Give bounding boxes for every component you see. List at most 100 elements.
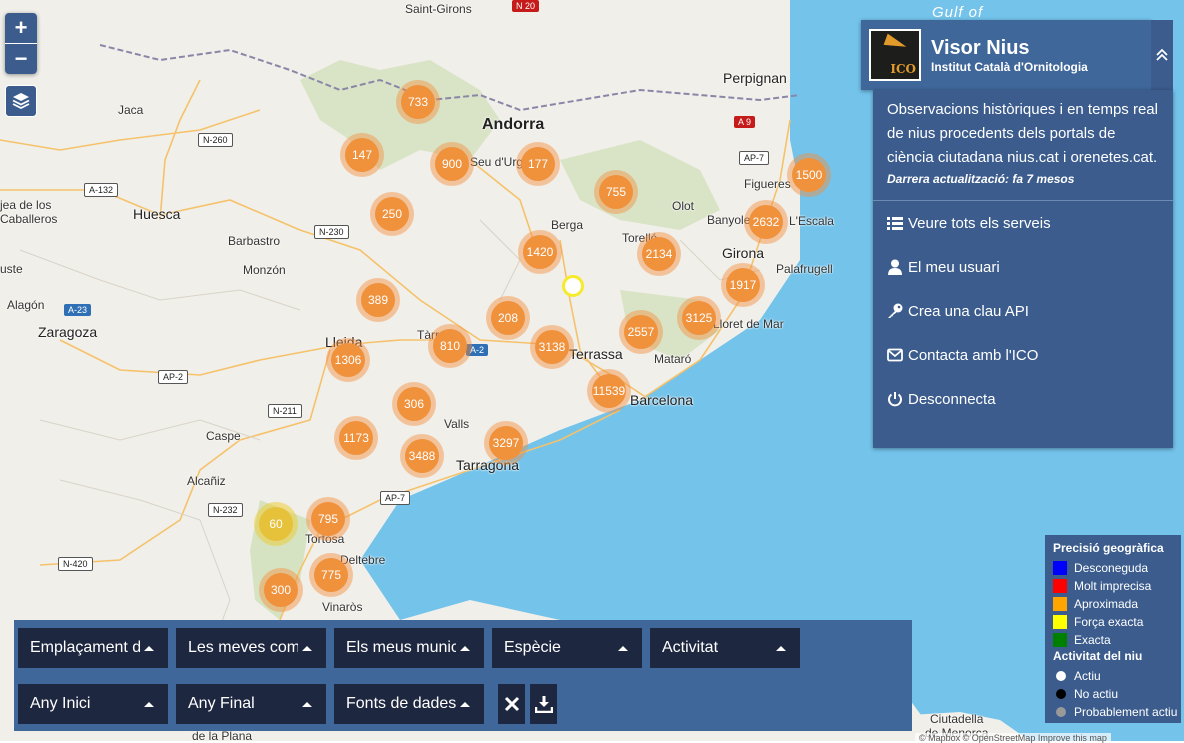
filter-my-municipalities-dropdown[interactable]: Els meus munici [334, 628, 484, 668]
cluster-marker[interactable]: 1306 [326, 338, 370, 382]
cluster-marker[interactable]: 177 [516, 142, 560, 186]
cluster-marker[interactable]: 2557 [619, 310, 663, 354]
road-shield: A 9 [734, 116, 756, 128]
map-attribution[interactable]: © Mapbox © OpenStreetMap Improve this ma… [915, 733, 1111, 743]
cluster-marker[interactable]: 306 [392, 382, 436, 426]
place-label: Mataró [654, 352, 692, 366]
filter-activity-dropdown[interactable]: Activitat [650, 628, 800, 668]
cluster-marker[interactable]: 733 [396, 80, 440, 124]
legend-precision-item: Desconeguda [1053, 559, 1181, 577]
menu-label: El meu usuari [908, 258, 1000, 276]
info-panel: Observacions històriques i en temps real… [873, 90, 1173, 448]
road-shield: A-23 [64, 304, 92, 316]
place-label: Terrassa [569, 346, 623, 362]
cluster-marker[interactable]: 2632 [744, 200, 788, 244]
filter-location-dropdown[interactable]: Emplaçament de [18, 628, 168, 668]
cluster-count: 1306 [331, 343, 365, 377]
filter-my-areas-dropdown[interactable]: Les meves com [176, 628, 326, 668]
list-icon [887, 217, 903, 230]
zoom-out-button[interactable]: − [5, 43, 37, 74]
cluster-marker[interactable]: 755 [594, 170, 638, 214]
cluster-marker[interactable]: 389 [356, 278, 400, 322]
place-label: Alcañiz [187, 474, 226, 488]
filter-start-year-dropdown[interactable]: Any Inici [18, 684, 168, 724]
cluster-count: 795 [311, 502, 345, 536]
power-icon [888, 392, 902, 407]
cluster-marker[interactable]: 3297 [484, 421, 528, 465]
legend-precision-item: Força exacta [1053, 613, 1181, 631]
cluster-count: 250 [375, 197, 409, 231]
place-label: Alagón [7, 298, 45, 312]
legend: Precisió geogràfica Desconeguda Molt impr… [1045, 535, 1181, 723]
place-label: Caballeros [0, 212, 58, 226]
cluster-marker[interactable]: 1420 [518, 230, 562, 274]
cluster-count: 810 [433, 329, 467, 363]
cluster-marker[interactable]: 208 [486, 296, 530, 340]
road-shield: AP-7 [739, 151, 770, 165]
nest-marker[interactable] [562, 275, 584, 297]
menu-item-api-key[interactable]: Crea una clau API [887, 289, 1173, 333]
cluster-marker[interactable]: 900 [430, 142, 474, 186]
layers-button[interactable] [5, 85, 37, 117]
cluster-marker[interactable]: 810 [428, 324, 472, 368]
cluster-marker[interactable]: 2134 [637, 232, 681, 276]
legend-precision-item: Exacta [1053, 631, 1181, 649]
cluster-marker[interactable]: 1917 [721, 263, 765, 307]
last-update: Darrera actualització: fa 7 mesos [887, 172, 1075, 186]
caret-up-icon [144, 701, 154, 707]
legend-activity-title: Activitat del niu [1053, 649, 1143, 663]
filter-species-dropdown[interactable]: Espècie [492, 628, 642, 668]
cluster-marker[interactable]: 1173 [334, 416, 378, 460]
legend-activity-item: No actiu [1053, 685, 1181, 703]
cluster-marker[interactable]: 1500 [787, 153, 831, 197]
filter-label: Activitat [662, 639, 719, 656]
cluster-count: 11539 [592, 374, 626, 408]
legend-dot [1056, 671, 1066, 681]
app-title: Visor Nius [931, 36, 1030, 59]
road-shield: A-132 [84, 183, 119, 197]
filter-end-year-dropdown[interactable]: Any Final [176, 684, 326, 724]
menu-item-contact[interactable]: Contacta amb l'ICO [887, 333, 1173, 377]
legend-dot [1056, 689, 1066, 699]
cluster-marker[interactable]: 775 [309, 553, 353, 597]
filter-data-sources-dropdown[interactable]: Fonts de dades [334, 684, 484, 724]
place-label: Olot [672, 199, 695, 213]
place-label: Gulf of [932, 4, 984, 21]
cluster-marker[interactable]: 250 [370, 192, 414, 236]
road-shield: N 20 [512, 0, 540, 12]
zoom-in-button[interactable]: + [5, 13, 37, 43]
key-icon [888, 303, 903, 318]
cluster-count: 208 [491, 301, 525, 335]
legend-label: Desconeguda [1074, 561, 1149, 575]
cluster-marker[interactable]: 795 [306, 497, 350, 541]
cluster-marker[interactable]: 3488 [400, 434, 444, 478]
download-button[interactable] [530, 684, 557, 724]
cluster-count: 1173 [339, 421, 373, 455]
cluster-marker[interactable]: 3125 [677, 296, 721, 340]
place-label: Girona [722, 245, 765, 261]
menu-item-logout[interactable]: Desconnecta [887, 377, 1173, 421]
road-shield: AP-2 [158, 370, 189, 384]
menu-item-services[interactable]: Veure tots els serveis [887, 201, 1173, 245]
cluster-marker[interactable]: 60 [254, 502, 298, 546]
place-label: L'Escala [789, 214, 834, 228]
place-label: Perpignan [723, 70, 787, 86]
cluster-count: 755 [599, 175, 633, 209]
filter-label: Les meves com [188, 639, 298, 656]
description: Observacions històriques i en temps real… [887, 101, 1158, 166]
zoom-control: + − [5, 13, 37, 74]
place-label: jea de los [0, 198, 52, 212]
cluster-marker[interactable]: 3138 [530, 325, 574, 369]
road-shield: AP-7 [380, 491, 411, 505]
legend-swatch [1053, 633, 1067, 647]
cluster-marker[interactable]: 147 [340, 133, 384, 177]
place-label: Berga [551, 218, 584, 232]
road-shield: N-211 [268, 404, 302, 418]
clear-filters-button[interactable] [498, 684, 525, 724]
filter-label: Fonts de dades [346, 695, 456, 712]
cluster-marker[interactable]: 11539 [587, 369, 631, 413]
cluster-marker[interactable]: 300 [259, 568, 303, 612]
menu-item-user[interactable]: El meu usuari [887, 245, 1173, 289]
caret-up-icon [302, 645, 312, 651]
collapse-panel-button[interactable] [1151, 20, 1173, 90]
